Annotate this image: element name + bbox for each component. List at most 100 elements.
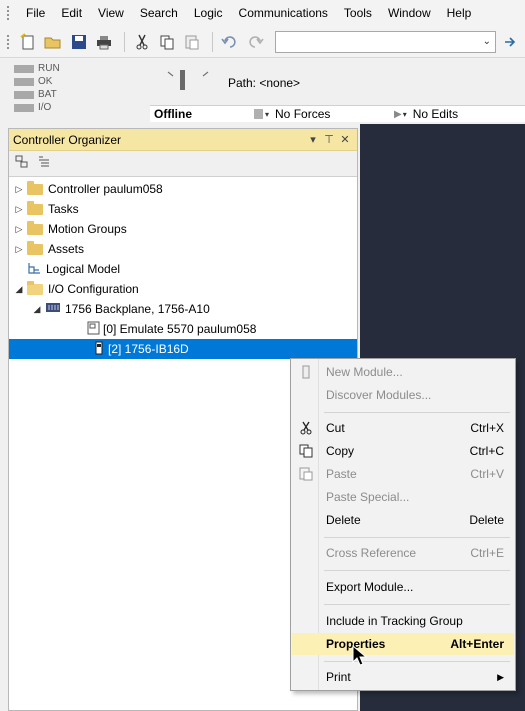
organizer-toolbar [9, 151, 357, 177]
edits-dropdown-icon[interactable]: ▾ [403, 110, 407, 119]
chevron-down-icon[interactable]: ⌄ [483, 36, 491, 47]
expand-icon[interactable]: ▷ [13, 244, 25, 255]
tree-item-label: [2] 1756-IB16D [108, 342, 189, 356]
menu-item-delete[interactable]: Delete Delete [292, 509, 514, 531]
organizer-header[interactable]: Controller Organizer ▾ ⊤ ✕ [9, 129, 357, 151]
tree-item-label: Controller paulum058 [48, 182, 163, 196]
io-module-icon [95, 341, 103, 358]
menu-item-label: Copy [326, 444, 355, 458]
menu-item-new-module[interactable]: New Module... [292, 361, 514, 383]
pin-icon[interactable]: ⊤ [321, 133, 337, 146]
menu-help[interactable]: Help [439, 2, 480, 24]
tree-item-motion-groups[interactable]: ▷ Motion Groups [13, 219, 127, 239]
collapse-icon[interactable]: ◢ [31, 304, 43, 315]
menu-item-properties[interactable]: Properties Alt+Enter [292, 633, 514, 655]
close-icon[interactable]: ✕ [337, 133, 353, 146]
menu-item-discover-modules[interactable]: Discover Modules... [292, 384, 514, 406]
tree-item-assets[interactable]: ▷ Assets [13, 239, 84, 259]
menu-item-export-module[interactable]: Export Module... [292, 576, 514, 598]
menu-item-shortcut: Alt+Enter [450, 637, 504, 651]
online-state[interactable]: Offline [150, 107, 254, 121]
menu-search[interactable]: Search [132, 2, 186, 24]
menu-item-label: Export Module... [326, 580, 414, 594]
folder-icon [27, 200, 43, 215]
print-icon[interactable] [93, 31, 114, 53]
menu-grip[interactable] [6, 5, 10, 21]
tree-item-tasks[interactable]: ▷ Tasks [13, 199, 79, 219]
menu-edit[interactable]: Edit [53, 2, 90, 24]
menu-item-copy[interactable]: Copy Ctrl+C [292, 440, 514, 462]
tree-item-label: Logical Model [46, 262, 121, 276]
collapse-icon[interactable]: ◢ [13, 284, 25, 295]
copy-icon[interactable] [156, 31, 177, 53]
menu-logic[interactable]: Logic [186, 2, 231, 24]
mode-bat-label: BAT [38, 89, 57, 100]
mode-ok-label: OK [38, 76, 53, 87]
controller-mode-list: RUN OK BAT I/O [14, 62, 144, 114]
menu-separator [324, 604, 510, 605]
search-combo[interactable]: ⌄ [275, 30, 496, 53]
edits-arrow-icon: ▶ [394, 108, 402, 120]
menu-item-shortcut: Ctrl+X [470, 421, 504, 435]
expand-icon[interactable]: ▷ [13, 184, 25, 195]
menu-item-label: Cut [326, 421, 345, 435]
tree-item-label: I/O Configuration [48, 282, 139, 296]
menu-communications[interactable]: Communications [231, 2, 336, 24]
menu-item-label: Include in Tracking Group [326, 614, 463, 628]
menu-window[interactable]: Window [380, 2, 439, 24]
new-icon[interactable] [18, 31, 39, 53]
forces-status[interactable]: ▾ No Forces [254, 107, 394, 121]
redo-icon[interactable] [244, 31, 265, 53]
mode-run-label: RUN [38, 63, 60, 74]
menu-tools[interactable]: Tools [336, 2, 380, 24]
module-context-menu: New Module... Discover Modules... Cut Ct… [290, 358, 516, 691]
mode-run: RUN [14, 62, 144, 75]
save-icon[interactable] [68, 31, 89, 53]
tree-item-label: Assets [48, 242, 85, 256]
panel-menu-icon[interactable]: ▾ [305, 133, 321, 146]
tree-item-label: [0] Emulate 5570 paulum058 [103, 322, 257, 336]
tree-view-icon[interactable] [37, 155, 51, 172]
logical-model-icon [27, 261, 42, 278]
find-arrow-icon[interactable] [500, 31, 521, 53]
toolbar-grip[interactable] [6, 33, 10, 50]
forces-label: No Forces [275, 107, 331, 121]
collapse-all-icon[interactable] [15, 155, 29, 172]
menu-item-label: Paste [326, 467, 357, 481]
tree-item-backplane[interactable]: ◢ 1756 Backplane, 1756-A10 [31, 299, 210, 319]
menu-item-include-in-tracking-group[interactable]: Include in Tracking Group [292, 610, 514, 632]
menu-item-label: Properties [326, 637, 386, 651]
menu-separator [324, 412, 510, 413]
paste-icon[interactable] [181, 31, 202, 53]
edits-status[interactable]: ▶ ▾ No Edits [394, 107, 458, 121]
menu-file[interactable]: File [18, 2, 53, 24]
menu-item-print[interactable]: Print ▶ [292, 666, 514, 688]
toolbar-separator [124, 31, 126, 52]
controller-status-area: RUN OK BAT I/O Path: <none> Offline ▾ No… [0, 58, 525, 122]
menu-item-cut[interactable]: Cut Ctrl+X [292, 417, 514, 439]
tree-item-emulate-controller[interactable]: [0] Emulate 5570 paulum058 [87, 319, 256, 339]
expand-icon[interactable]: ▷ [13, 204, 25, 215]
tree-item-logical-model[interactable]: Logical Model [27, 259, 120, 279]
tree-item-controller[interactable]: ▷ Controller paulum058 [13, 179, 163, 199]
menu-item-paste[interactable]: Paste Ctrl+V [292, 463, 514, 485]
menu-item-label: New Module... [326, 365, 403, 379]
expand-icon[interactable]: ▷ [13, 224, 25, 235]
tree-item-io-module[interactable]: [2] 1756-IB16D [9, 339, 357, 359]
tree-item-label: 1756 Backplane, 1756-A10 [65, 302, 210, 316]
run-led-icon [14, 64, 34, 73]
cut-icon [292, 421, 320, 435]
menu-view[interactable]: View [90, 2, 132, 24]
cut-icon[interactable] [131, 31, 152, 53]
tree-item-io-configuration[interactable]: ◢ I/O Configuration [13, 279, 139, 299]
open-icon[interactable] [43, 31, 64, 53]
tree-item-label: Motion Groups [48, 222, 127, 236]
menu-item-cross-reference[interactable]: Cross Reference Ctrl+E [292, 542, 514, 564]
forces-dropdown-icon[interactable]: ▾ [265, 110, 269, 119]
ok-led-icon [14, 77, 34, 86]
undo-icon[interactable] [219, 31, 240, 53]
menu-item-label: Cross Reference [326, 546, 417, 560]
menu-separator [324, 537, 510, 538]
menu-item-paste-special[interactable]: Paste Special... [292, 486, 514, 508]
menu-item-label: Print [326, 670, 351, 684]
